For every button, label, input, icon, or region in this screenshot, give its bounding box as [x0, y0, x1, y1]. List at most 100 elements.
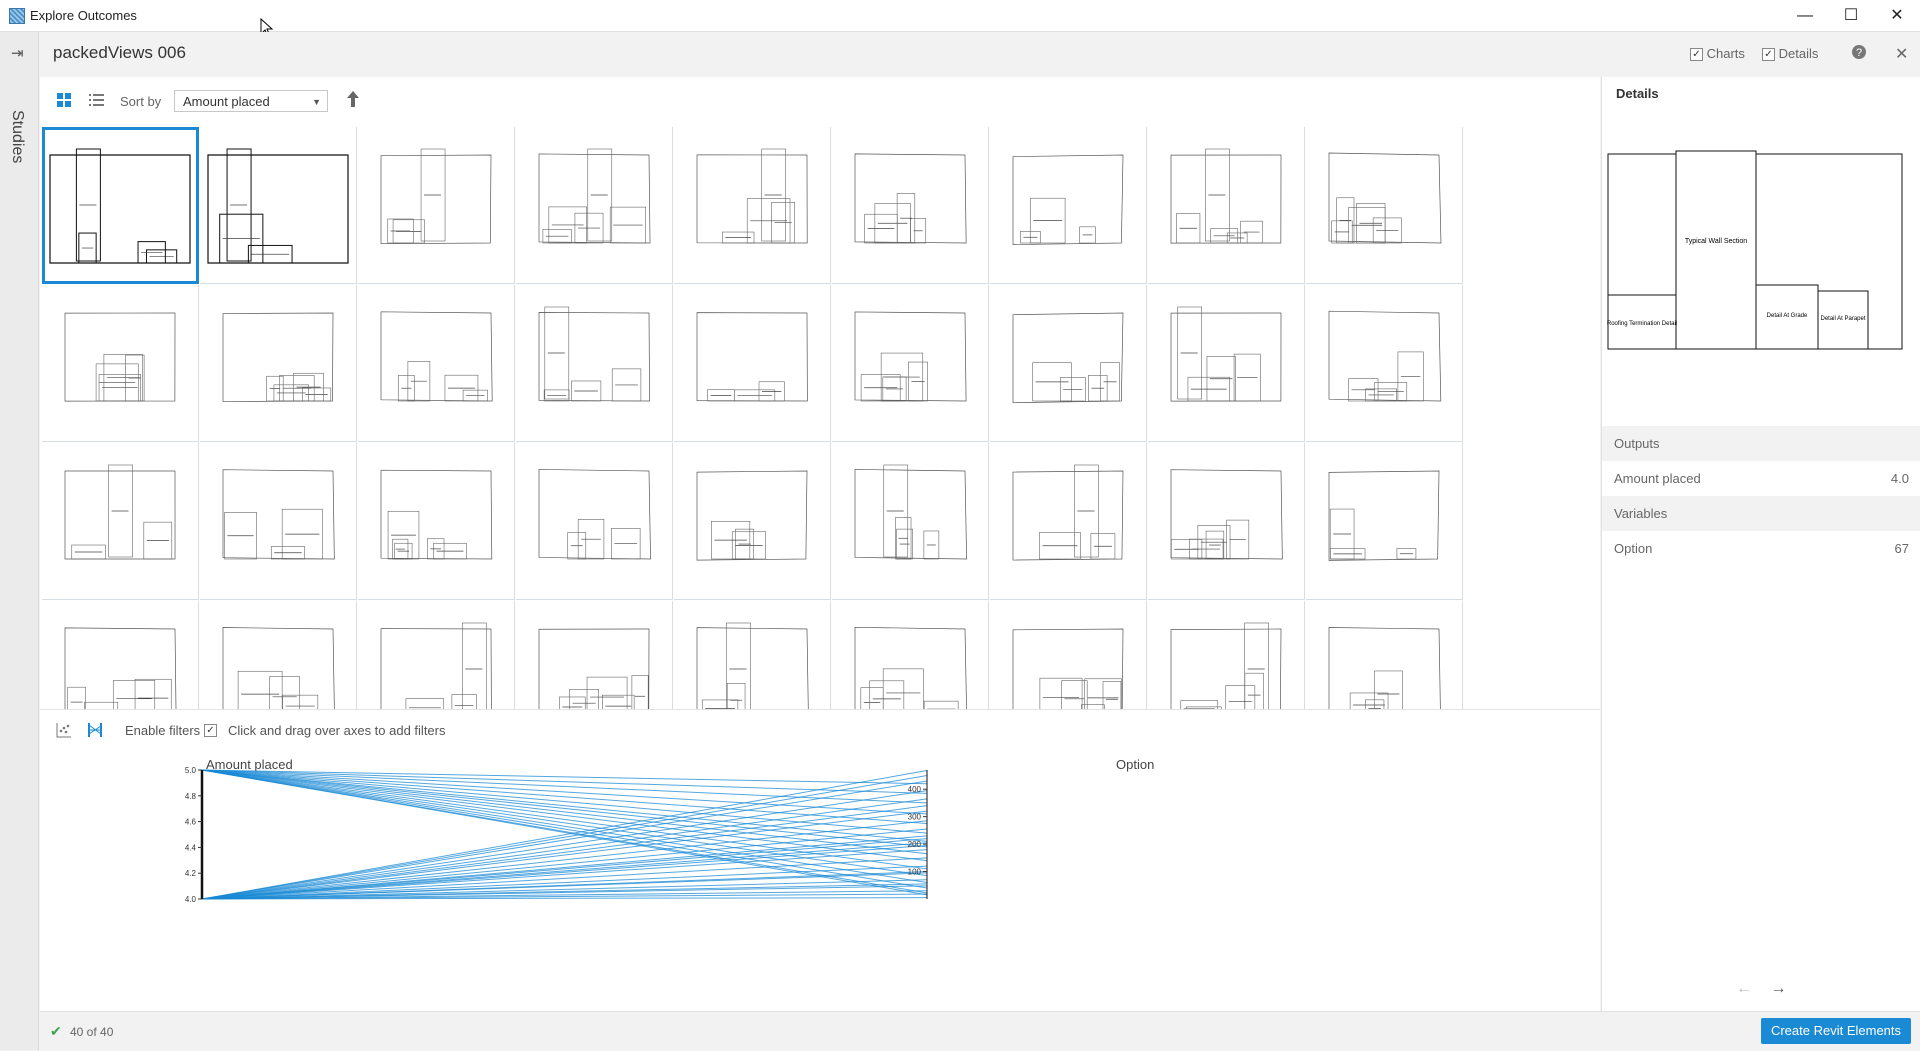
maximize-button[interactable]: ☐ [1828, 0, 1874, 31]
outcome-thumbnail[interactable] [832, 601, 989, 709]
outcome-thumbnail[interactable] [516, 285, 673, 442]
outcome-thumbnail[interactable] [516, 443, 673, 600]
view-toolbar: Sort by Amount placed ▼ [40, 77, 1600, 127]
outcome-navigation: ← → [1736, 980, 1786, 998]
collapse-panel-icon[interactable]: ⇥ [11, 44, 24, 62]
tick-label: 5.0 [185, 766, 197, 775]
outcome-thumbnail[interactable] [990, 127, 1147, 284]
data-line [201, 798, 928, 900]
tick-label: 100 [908, 868, 922, 877]
tick-label: 4.8 [185, 792, 197, 801]
filter-bar: Enable filters ✓ Click and drag over axe… [40, 709, 1600, 750]
outcome-thumbnail[interactable] [832, 127, 989, 284]
tick-label: 200 [908, 840, 922, 849]
preview-label-left: Roofing Termination Detail [1607, 321, 1677, 327]
next-arrow-icon[interactable]: → [1770, 980, 1786, 997]
details-toggle[interactable]: ✓ Details [1762, 46, 1819, 62]
tick-label: 4.0 [185, 895, 197, 904]
chevron-down-icon: ▼ [312, 97, 321, 107]
outcome-thumbnail[interactable] [674, 443, 831, 600]
outcome-thumbnail[interactable] [990, 601, 1147, 709]
outcome-thumbnail[interactable] [1306, 127, 1463, 284]
parallel-coordinates-chart[interactable]: Amount placed Option 5.0 4.8 4.6 4.4 4.2 4.0 4… [40, 749, 1600, 1011]
outcome-thumbnail[interactable] [1306, 601, 1463, 709]
check-icon: ✔ [50, 1023, 62, 1039]
data-line [201, 770, 928, 900]
charts-toggle[interactable]: ✓ Charts [1690, 46, 1745, 62]
close-icon[interactable]: ✕ [1895, 44, 1908, 64]
details-checkbox[interactable]: ✓ [1762, 48, 1775, 62]
details-label: Details [1778, 46, 1819, 61]
outcome-thumbnail[interactable] [1148, 601, 1305, 709]
outcome-thumbnail[interactable] [200, 127, 357, 284]
studies-tab[interactable]: Studies [8, 110, 26, 163]
details-panel: Details Typical Wall Section Roofing Ter… [1601, 77, 1920, 1011]
outcome-thumbnail[interactable] [42, 443, 199, 600]
scatter-plot-icon[interactable] [56, 722, 72, 742]
outcome-thumbnail[interactable] [1148, 443, 1305, 600]
parallel-coordinates-icon[interactable] [87, 722, 103, 742]
outcome-thumbnail[interactable] [358, 443, 515, 600]
outcome-thumbnail[interactable] [674, 601, 831, 709]
tick-label: 400 [908, 785, 922, 794]
tick-label: 4.4 [185, 843, 197, 852]
outcome-thumbnail[interactable] [1306, 285, 1463, 442]
create-revit-elements-button[interactable]: Create Revit Elements [1761, 1018, 1911, 1044]
svg-text:?: ? [1856, 47, 1862, 59]
data-line [201, 769, 928, 855]
outcome-thumbnail[interactable] [516, 127, 673, 284]
outcome-thumbnail[interactable] [516, 601, 673, 709]
window-title: Explore Outcomes [30, 8, 137, 23]
outcome-thumbnail[interactable] [832, 443, 989, 600]
sort-value: Amount placed [183, 94, 270, 109]
close-window-button[interactable]: ✕ [1874, 0, 1920, 31]
data-line [201, 774, 928, 900]
details-title: Details [1616, 86, 1659, 101]
previous-arrow-icon[interactable]: ← [1736, 980, 1752, 997]
tick-label: 4.6 [185, 818, 197, 827]
outcome-thumbnail[interactable] [358, 127, 515, 284]
charts-checkbox[interactable]: ✓ [1690, 48, 1703, 62]
variable-value: 67 [1894, 541, 1909, 556]
outcome-thumbnail[interactable] [1306, 443, 1463, 600]
list-view-icon[interactable] [89, 93, 104, 112]
filter-hint: Click and drag over axes to add filters [228, 723, 446, 738]
tick-label: 300 [908, 813, 922, 822]
data-line [201, 769, 928, 842]
outcome-thumbnail[interactable] [1148, 127, 1305, 284]
outcome-thumbnail[interactable] [358, 601, 515, 709]
grid-view-icon[interactable] [57, 93, 71, 112]
tick-label: 4.2 [185, 869, 197, 878]
study-header: packedViews 006 ✓ Charts ✓ Details ? ✕ [39, 32, 1920, 76]
enable-filters-checkbox[interactable]: ✓ [204, 724, 217, 737]
enable-filters-label: Enable filters [125, 723, 201, 738]
variables-heading: Variables [1614, 506, 1668, 521]
outcome-thumbnail[interactable] [990, 443, 1147, 600]
app-grid-icon [9, 8, 25, 24]
outcome-thumbnail[interactable] [42, 601, 199, 709]
outcome-thumbnail[interactable] [42, 127, 199, 284]
preview-label-main: Typical Wall Section [1685, 238, 1747, 245]
outcome-thumbnail[interactable] [674, 285, 831, 442]
output-row: Amount placed 4.0 [1602, 461, 1920, 496]
status-bar: ✔ 40 of 40 [40, 1011, 1920, 1051]
minimize-button[interactable]: — [1782, 0, 1828, 31]
variable-row: Option 67 [1602, 531, 1920, 566]
outcome-grid [42, 127, 1597, 709]
parallel-coordinates-svg[interactable]: 5.0 4.8 4.6 4.4 4.2 4.0 400 300 200 100 [40, 749, 1600, 1011]
outcome-count: 40 of 40 [70, 1025, 114, 1039]
outcome-thumbnail[interactable] [200, 285, 357, 442]
outcome-thumbnail[interactable] [1148, 285, 1305, 442]
outcome-thumbnail[interactable] [832, 285, 989, 442]
variable-label: Option [1614, 541, 1653, 556]
outcome-thumbnail[interactable] [200, 601, 357, 709]
sort-dropdown[interactable]: Amount placed ▼ [174, 90, 328, 112]
help-icon[interactable]: ? [1851, 44, 1867, 65]
outcome-thumbnail[interactable] [358, 285, 515, 442]
sort-ascending-icon[interactable] [346, 90, 360, 113]
outcome-thumbnail[interactable] [42, 285, 199, 442]
outputs-heading: Outputs [1614, 436, 1660, 451]
outcome-thumbnail[interactable] [674, 127, 831, 284]
outcome-thumbnail[interactable] [990, 285, 1147, 442]
outcome-thumbnail[interactable] [200, 443, 357, 600]
